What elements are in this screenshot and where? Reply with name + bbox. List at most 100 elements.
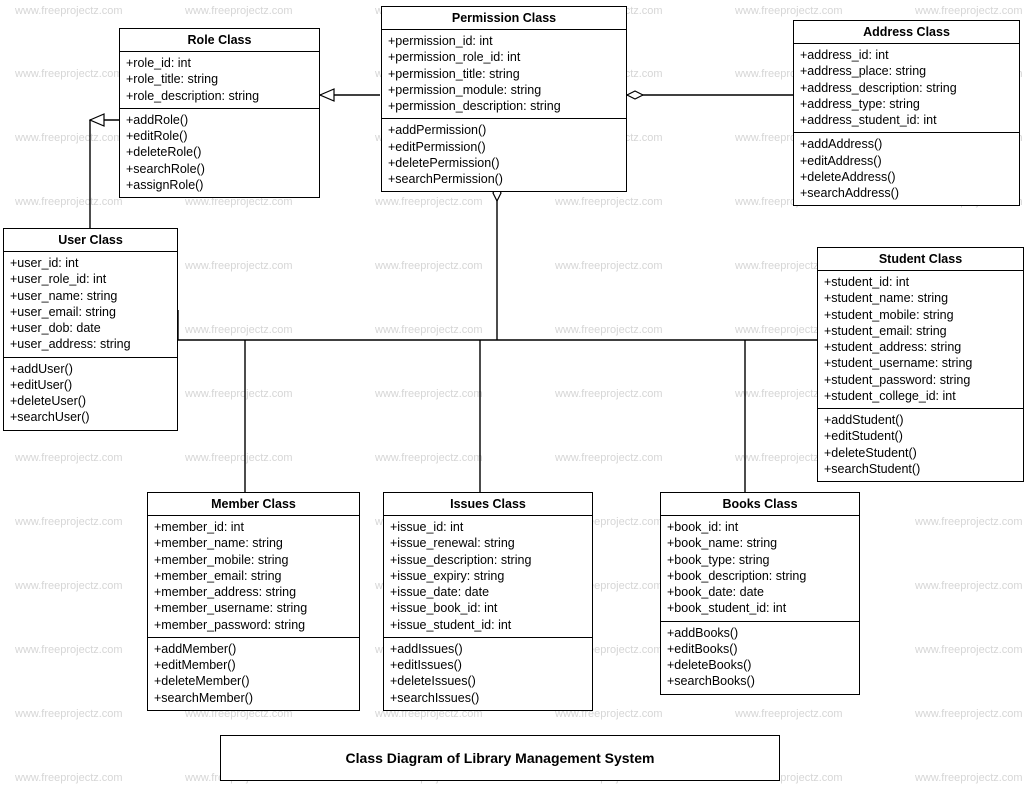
class-line: +member_mobile: string bbox=[154, 552, 353, 568]
diagram-title-box: Class Diagram of Library Management Syst… bbox=[220, 735, 780, 781]
class-line: +role_title: string bbox=[126, 71, 313, 87]
class-attributes: +address_id: int+address_place: string+a… bbox=[794, 44, 1019, 133]
class-line: +issue_date: date bbox=[390, 584, 586, 600]
class-line: +searchRole() bbox=[126, 161, 313, 177]
class-attributes: +student_id: int+student_name: string+st… bbox=[818, 271, 1023, 409]
class-line: +editAddress() bbox=[800, 153, 1013, 169]
class-line: +book_description: string bbox=[667, 568, 853, 584]
class-line: +member_id: int bbox=[154, 519, 353, 535]
class-line: +deleteIssues() bbox=[390, 673, 586, 689]
class-line: +book_name: string bbox=[667, 535, 853, 551]
class-line: +addBooks() bbox=[667, 625, 853, 641]
class-line: +user_dob: date bbox=[10, 320, 171, 336]
class-line: +address_description: string bbox=[800, 80, 1013, 96]
class-line: +address_id: int bbox=[800, 47, 1013, 63]
class-line: +deleteUser() bbox=[10, 393, 171, 409]
class-line: +addStudent() bbox=[824, 412, 1017, 428]
class-line: +deleteRole() bbox=[126, 144, 313, 160]
class-line: +issue_expiry: string bbox=[390, 568, 586, 584]
class-line: +address_type: string bbox=[800, 96, 1013, 112]
class-line: +assignRole() bbox=[126, 177, 313, 193]
class-line: +address_student_id: int bbox=[800, 112, 1013, 128]
class-line: +permission_role_id: int bbox=[388, 49, 620, 65]
class-box-permission: Permission Class +permission_id: int+per… bbox=[381, 6, 627, 192]
class-line: +book_date: date bbox=[667, 584, 853, 600]
class-line: +editIssues() bbox=[390, 657, 586, 673]
class-operations: +addIssues()+editIssues()+deleteIssues()… bbox=[384, 638, 592, 710]
class-title: Student Class bbox=[818, 248, 1023, 271]
class-line: +deleteStudent() bbox=[824, 445, 1017, 461]
class-line: +issue_id: int bbox=[390, 519, 586, 535]
class-line: +searchPermission() bbox=[388, 171, 620, 187]
class-line: +permission_id: int bbox=[388, 33, 620, 49]
class-line: +editUser() bbox=[10, 377, 171, 393]
class-box-member: Member Class +member_id: int+member_name… bbox=[147, 492, 360, 711]
class-title: Permission Class bbox=[382, 7, 626, 30]
class-line: +user_email: string bbox=[10, 304, 171, 320]
class-line: +book_id: int bbox=[667, 519, 853, 535]
class-line: +addAddress() bbox=[800, 136, 1013, 152]
class-operations: +addUser()+editUser()+deleteUser()+searc… bbox=[4, 358, 177, 430]
class-line: +issue_renewal: string bbox=[390, 535, 586, 551]
class-operations: +addStudent()+editStudent()+deleteStuden… bbox=[818, 409, 1023, 481]
class-line: +role_id: int bbox=[126, 55, 313, 71]
class-line: +issue_book_id: int bbox=[390, 600, 586, 616]
class-line: +member_username: string bbox=[154, 600, 353, 616]
class-box-books: Books Class +book_id: int+book_name: str… bbox=[660, 492, 860, 695]
class-line: +addMember() bbox=[154, 641, 353, 657]
class-line: +member_name: string bbox=[154, 535, 353, 551]
class-box-role: Role Class +role_id: int+role_title: str… bbox=[119, 28, 320, 198]
class-operations: +addPermission()+editPermission()+delete… bbox=[382, 119, 626, 191]
class-line: +permission_title: string bbox=[388, 66, 620, 82]
class-line: +student_address: string bbox=[824, 339, 1017, 355]
class-attributes: +user_id: int+user_role_id: int+user_nam… bbox=[4, 252, 177, 358]
class-title: Role Class bbox=[120, 29, 319, 52]
class-line: +student_college_id: int bbox=[824, 388, 1017, 404]
class-line: +deleteBooks() bbox=[667, 657, 853, 673]
class-line: +permission_module: string bbox=[388, 82, 620, 98]
class-line: +book_type: string bbox=[667, 552, 853, 568]
class-line: +issue_student_id: int bbox=[390, 617, 586, 633]
class-box-address: Address Class +address_id: int+address_p… bbox=[793, 20, 1020, 206]
class-box-student: Student Class +student_id: int+student_n… bbox=[817, 247, 1024, 482]
class-line: +user_id: int bbox=[10, 255, 171, 271]
class-attributes: +role_id: int+role_title: string+role_de… bbox=[120, 52, 319, 109]
class-line: +book_student_id: int bbox=[667, 600, 853, 616]
class-line: +editPermission() bbox=[388, 139, 620, 155]
class-line: +user_role_id: int bbox=[10, 271, 171, 287]
class-line: +user_name: string bbox=[10, 288, 171, 304]
class-box-user: User Class +user_id: int+user_role_id: i… bbox=[3, 228, 178, 431]
class-line: +searchStudent() bbox=[824, 461, 1017, 477]
class-line: +student_id: int bbox=[824, 274, 1017, 290]
class-box-issues: Issues Class +issue_id: int+issue_renewa… bbox=[383, 492, 593, 711]
class-line: +searchUser() bbox=[10, 409, 171, 425]
class-operations: +addBooks()+editBooks()+deleteBooks()+se… bbox=[661, 622, 859, 694]
class-line: +address_place: string bbox=[800, 63, 1013, 79]
class-operations: +addRole()+editRole()+deleteRole()+searc… bbox=[120, 109, 319, 197]
class-line: +addUser() bbox=[10, 361, 171, 377]
class-line: +editBooks() bbox=[667, 641, 853, 657]
class-line: +editRole() bbox=[126, 128, 313, 144]
class-line: +user_address: string bbox=[10, 336, 171, 352]
class-attributes: +member_id: int+member_name: string+memb… bbox=[148, 516, 359, 638]
class-line: +addPermission() bbox=[388, 122, 620, 138]
class-line: +addIssues() bbox=[390, 641, 586, 657]
class-line: +issue_description: string bbox=[390, 552, 586, 568]
class-title: User Class bbox=[4, 229, 177, 252]
class-title: Member Class bbox=[148, 493, 359, 516]
class-line: +deletePermission() bbox=[388, 155, 620, 171]
class-line: +editMember() bbox=[154, 657, 353, 673]
class-title: Issues Class bbox=[384, 493, 592, 516]
class-line: +searchIssues() bbox=[390, 690, 586, 706]
class-line: +student_email: string bbox=[824, 323, 1017, 339]
class-line: +deleteAddress() bbox=[800, 169, 1013, 185]
class-line: +student_name: string bbox=[824, 290, 1017, 306]
class-line: +permission_description: string bbox=[388, 98, 620, 114]
diagram-canvas: Role Class +role_id: int+role_title: str… bbox=[0, 0, 1028, 792]
class-line: +student_username: string bbox=[824, 355, 1017, 371]
class-line: +member_email: string bbox=[154, 568, 353, 584]
class-operations: +addAddress()+editAddress()+deleteAddres… bbox=[794, 133, 1019, 205]
class-line: +student_mobile: string bbox=[824, 307, 1017, 323]
class-line: +role_description: string bbox=[126, 88, 313, 104]
class-title: Address Class bbox=[794, 21, 1019, 44]
